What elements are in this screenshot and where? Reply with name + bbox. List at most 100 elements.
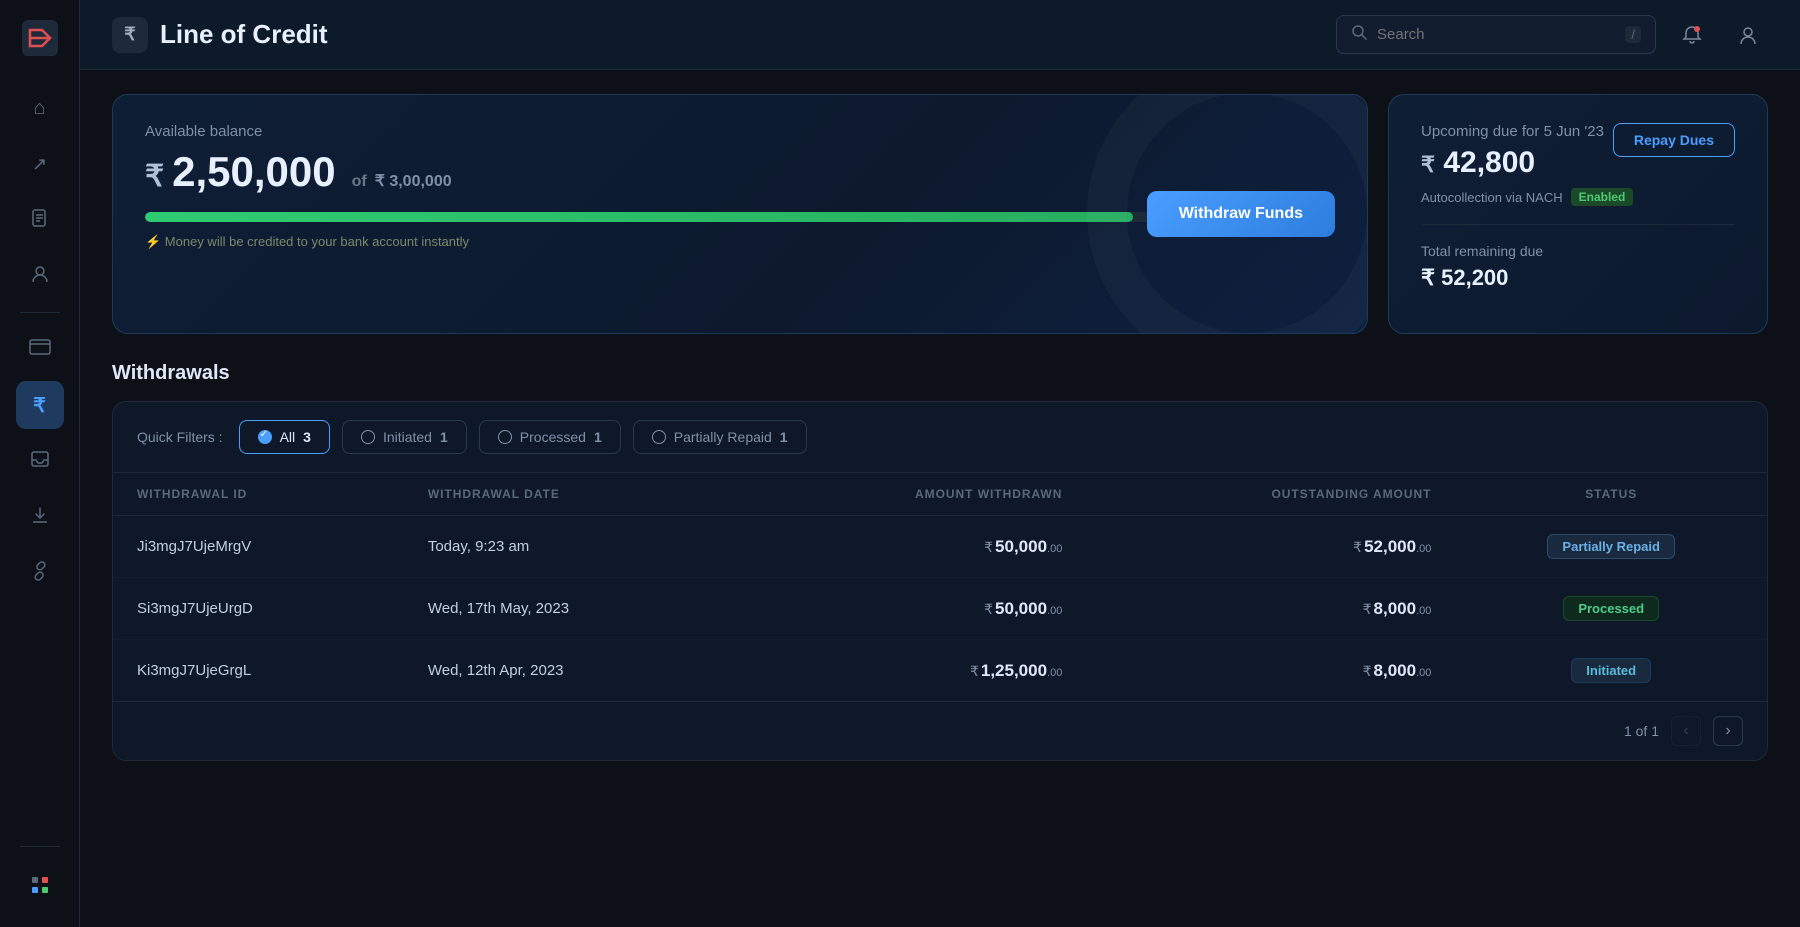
- filter-initiated-count: 1: [440, 429, 448, 445]
- row-1-amount: ₹50,000.00: [740, 516, 1087, 578]
- status-badge-partially-repaid: Partially Repaid: [1547, 534, 1675, 559]
- arrow-up-right-icon: ↗: [32, 154, 47, 175]
- row-1-outstanding-rupee: ₹: [1353, 539, 1362, 555]
- sidebar-item-apps[interactable]: [16, 863, 64, 911]
- row-1-outstanding: ₹52,000.00: [1086, 516, 1455, 578]
- due-header: Upcoming due for 5 Jun '23 ₹ 42,800 Repa…: [1421, 123, 1735, 180]
- document-icon: [30, 208, 50, 233]
- header: ₹ Line of Credit /: [80, 0, 1800, 70]
- due-rupee-symbol: ₹: [1421, 152, 1435, 177]
- row-3-date: Wed, 12th Apr, 2023: [404, 640, 740, 702]
- chevron-left-icon: ‹: [1683, 722, 1688, 740]
- remaining-due-amount: ₹ 52,200: [1421, 265, 1735, 291]
- notifications-button[interactable]: [1672, 15, 1712, 55]
- row-2-outstanding: ₹8,000.00: [1086, 578, 1455, 640]
- table-row: Si3mgJ7UjeUrgD Wed, 17th May, 2023 ₹50,0…: [113, 578, 1767, 640]
- col-withdrawal-id: WITHDRAWAL ID: [113, 473, 404, 516]
- row-3-outstanding-sup: .00: [1416, 667, 1431, 679]
- table-row: Ki3mgJ7UjeGrgL Wed, 12th Apr, 2023 ₹1,25…: [113, 640, 1767, 702]
- person-icon: [30, 264, 50, 289]
- balance-limit-value: ₹ 3,00,000: [375, 171, 452, 191]
- quick-filters-label: Quick Filters :: [137, 429, 223, 445]
- content-area: Available balance ₹ 2,50,000 of ₹ 3,00,0…: [80, 70, 1800, 927]
- row-1-outstanding-sup: .00: [1416, 543, 1431, 555]
- row-2-date: Wed, 17th May, 2023: [404, 578, 740, 640]
- row-1-amount-sup: .00: [1047, 543, 1062, 555]
- remaining-due-label: Total remaining due: [1421, 243, 1735, 259]
- header-page-icon: ₹: [112, 17, 148, 53]
- row-3-status: Initiated: [1455, 640, 1767, 702]
- balance-note: ⚡ Money will be credited to your bank ac…: [145, 234, 1335, 250]
- header-title-area: ₹ Line of Credit: [112, 17, 1336, 53]
- rupee-header-icon: ₹: [124, 24, 135, 45]
- row-2-outstanding-rupee: ₹: [1363, 601, 1372, 617]
- sidebar-item-documents[interactable]: [16, 196, 64, 244]
- withdrawals-table-card: Quick Filters : All 3 Initiated 1: [112, 401, 1768, 761]
- nach-status-badge: Enabled: [1571, 188, 1634, 206]
- table-row: Ji3mgJ7UjeMrgV Today, 9:23 am ₹50,000.00…: [113, 516, 1767, 578]
- sidebar: ⌂ ↗ ₹: [0, 0, 80, 927]
- sidebar-item-cards[interactable]: [16, 325, 64, 373]
- sidebar-item-export[interactable]: ↗: [16, 140, 64, 188]
- card-icon: [29, 339, 51, 360]
- inbox-icon: [30, 449, 50, 474]
- withdraw-funds-button[interactable]: Withdraw Funds: [1147, 191, 1335, 237]
- search-box[interactable]: /: [1336, 15, 1656, 54]
- row-3-outstanding-rupee: ₹: [1363, 663, 1372, 679]
- row-2-outstanding-main: 8,000: [1374, 599, 1417, 618]
- repay-dues-button[interactable]: Repay Dues: [1613, 123, 1735, 157]
- filter-initiated-button[interactable]: Initiated 1: [342, 420, 467, 454]
- filter-all-label: All: [280, 429, 296, 445]
- filter-initiated-label: Initiated: [383, 429, 432, 445]
- filter-processed-label: Processed: [520, 429, 586, 445]
- filter-all-count: 3: [303, 429, 311, 445]
- table-body: Ji3mgJ7UjeMrgV Today, 9:23 am ₹50,000.00…: [113, 516, 1767, 702]
- sidebar-divider-1: [20, 312, 60, 313]
- rupee-icon: ₹: [33, 393, 46, 418]
- search-input[interactable]: [1377, 26, 1615, 43]
- user-profile-button[interactable]: [1728, 15, 1768, 55]
- apps-grid-icon: [30, 875, 50, 900]
- sidebar-item-profile[interactable]: [16, 252, 64, 300]
- balance-card: Available balance ₹ 2,50,000 of ₹ 3,00,0…: [112, 94, 1368, 334]
- page-title: Line of Credit: [160, 19, 328, 50]
- link-icon: [30, 561, 50, 586]
- balance-amount-display: ₹ 2,50,000 of ₹ 3,00,000: [145, 148, 1335, 196]
- sidebar-item-line-of-credit[interactable]: ₹: [16, 381, 64, 429]
- pagination-row: 1 of 1 ‹ ›: [113, 701, 1767, 760]
- sidebar-item-home[interactable]: ⌂: [16, 84, 64, 132]
- row-1-outstanding-main: 52,000: [1364, 537, 1416, 556]
- withdrawals-section: Withdrawals Quick Filters : All 3 Initia…: [112, 362, 1768, 761]
- sidebar-item-links[interactable]: [16, 549, 64, 597]
- pagination-prev-button[interactable]: ‹: [1671, 716, 1701, 746]
- status-badge-processed: Processed: [1563, 596, 1659, 621]
- pagination-next-button[interactable]: ›: [1713, 716, 1743, 746]
- filter-all-button[interactable]: All 3: [239, 420, 330, 454]
- withdrawals-title: Withdrawals: [112, 362, 1768, 385]
- row-1-amount-main: 50,000: [995, 537, 1047, 556]
- row-1-status: Partially Repaid: [1455, 516, 1767, 578]
- row-3-amount-main: 1,25,000: [981, 661, 1047, 680]
- filter-partially-repaid-label: Partially Repaid: [674, 429, 772, 445]
- row-2-outstanding-sup: .00: [1416, 605, 1431, 617]
- row-3-outstanding: ₹8,000.00: [1086, 640, 1455, 702]
- row-2-amount: ₹50,000.00: [740, 578, 1087, 640]
- main-area: ₹ Line of Credit /: [80, 0, 1800, 927]
- nach-label: Autocollection via NACH: [1421, 190, 1563, 205]
- due-card: Upcoming due for 5 Jun '23 ₹ 42,800 Repa…: [1388, 94, 1768, 334]
- search-shortcut: /: [1625, 26, 1641, 43]
- due-amount-display: ₹ 42,800: [1421, 146, 1604, 180]
- row-3-amount-sup: .00: [1047, 667, 1062, 679]
- filter-partially-repaid-button[interactable]: Partially Repaid 1: [633, 420, 807, 454]
- due-title-group: Upcoming due for 5 Jun '23 ₹ 42,800: [1421, 123, 1604, 180]
- sidebar-item-download[interactable]: [16, 493, 64, 541]
- app-logo[interactable]: [18, 16, 62, 60]
- row-3-id: Ki3mgJ7UjeGrgL: [113, 640, 404, 702]
- row-1-amount-rupee: ₹: [984, 539, 993, 555]
- sidebar-item-inbox[interactable]: [16, 437, 64, 485]
- filter-processed-button[interactable]: Processed 1: [479, 420, 621, 454]
- progress-bar-fill: [145, 212, 1133, 222]
- download-icon: [30, 505, 50, 530]
- nach-row: Autocollection via NACH Enabled: [1421, 188, 1735, 206]
- progress-bar-container: [145, 212, 1335, 222]
